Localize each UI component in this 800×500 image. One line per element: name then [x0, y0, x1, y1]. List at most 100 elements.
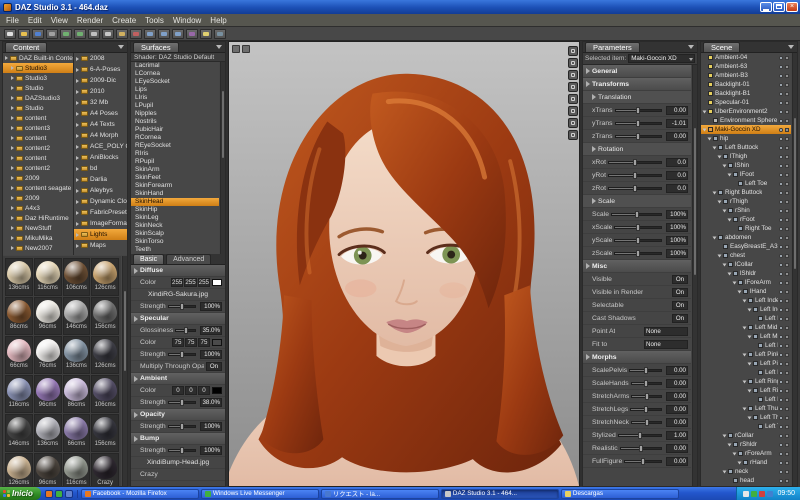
parameter-value[interactable]: 0.00 — [666, 456, 688, 466]
thumbnail-item[interactable]: 66cms — [62, 414, 91, 452]
expander-icon[interactable] — [11, 96, 14, 100]
menu-item[interactable]: Create — [112, 16, 136, 25]
property-value[interactable]: 35.0% — [200, 326, 222, 335]
subfolder-row[interactable]: A4 Poses — [74, 108, 127, 119]
visibility-eye-icon[interactable] — [779, 118, 783, 123]
subfolder-row[interactable]: Darlia — [74, 174, 127, 185]
parameter-row[interactable]: StretchArms 0.00 — [583, 390, 691, 403]
thumbnail-item[interactable]: 136cms — [5, 258, 33, 296]
folder-row[interactable]: content — [3, 153, 73, 163]
expander-icon[interactable] — [11, 126, 14, 130]
parameter-value[interactable]: 100% — [666, 222, 688, 232]
thumbnail-item[interactable]: 96cms — [33, 297, 62, 335]
expander-icon[interactable] — [592, 198, 596, 204]
surface-row[interactable]: Lips — [131, 86, 219, 94]
selectable-icon[interactable] — [785, 235, 789, 240]
visibility-eye-icon[interactable] — [779, 208, 783, 213]
visibility-eye-icon[interactable] — [779, 388, 783, 393]
subfolder-row[interactable]: 6-A-Poses — [74, 64, 127, 75]
slider[interactable] — [614, 249, 662, 257]
expander-icon[interactable] — [586, 354, 590, 360]
scene-tree-row[interactable]: Left Buttock — [701, 143, 791, 152]
expander-icon[interactable] — [742, 407, 747, 410]
scene-tree-row[interactable]: UberEnvironment2 — [701, 107, 791, 116]
folder-row[interactable]: content seagate — [3, 183, 73, 193]
expander-icon[interactable] — [76, 177, 79, 182]
folder-row[interactable]: Daz HiRuntime — [3, 213, 73, 223]
selectable-icon[interactable] — [785, 136, 789, 141]
visibility-eye-icon[interactable] — [779, 190, 783, 195]
subfolder-row[interactable]: A4 Texts — [74, 119, 127, 130]
menu-item[interactable]: Window — [173, 16, 201, 25]
expander-icon[interactable] — [76, 188, 79, 193]
menu-item[interactable]: Help — [210, 16, 226, 25]
scene-tree-row[interactable]: Right Buttock — [701, 188, 791, 197]
surface-row[interactable]: SkinScalp — [131, 230, 219, 238]
tab-surfaces[interactable]: Surfaces — [133, 42, 179, 52]
slider[interactable] — [167, 351, 196, 358]
paste-icon[interactable] — [116, 28, 128, 39]
expander-icon[interactable] — [586, 68, 590, 74]
slider[interactable] — [611, 210, 662, 218]
thumbnail-item[interactable]: 126cms — [5, 453, 33, 486]
property-row[interactable]: Strength 100% — [131, 301, 225, 313]
selectable-icon[interactable] — [785, 190, 789, 195]
maximize-button[interactable] — [773, 2, 785, 12]
selectable-icon[interactable] — [785, 64, 789, 69]
parameter-value[interactable]: 0.00 — [666, 378, 688, 388]
selectable-icon[interactable] — [785, 424, 789, 429]
menu-item[interactable]: File — [6, 16, 19, 25]
import-icon[interactable] — [46, 28, 58, 39]
selectable-icon[interactable] — [785, 406, 789, 411]
scene-tree-row[interactable]: Backlight-01 — [701, 80, 791, 89]
menu-item[interactable]: View — [51, 16, 68, 25]
slider[interactable] — [607, 158, 662, 166]
selectable-icon[interactable] — [785, 316, 789, 321]
parameter-value[interactable]: -1.01 — [666, 118, 688, 128]
selectable-icon[interactable] — [785, 163, 789, 168]
visibility-eye-icon[interactable] — [779, 73, 783, 78]
visibility-eye-icon[interactable] — [779, 478, 783, 483]
scene-tree-row[interactable]: rShin — [701, 206, 791, 215]
property-row[interactable]: XindiRG-Sakura.jpg — [131, 289, 225, 301]
folder-row[interactable]: Studio — [3, 103, 73, 113]
expander-icon[interactable] — [727, 173, 732, 176]
expander-icon[interactable] — [11, 166, 14, 170]
selectable-icon[interactable] — [785, 325, 789, 330]
scene-tree-row[interactable]: lShin — [701, 161, 791, 170]
thumbnail-item[interactable]: 96cms — [33, 375, 62, 413]
subfolder-row[interactable]: 2010 — [74, 86, 127, 97]
slider[interactable] — [175, 327, 196, 334]
dolly-icon[interactable] — [568, 94, 578, 104]
selectable-icon[interactable] — [785, 415, 789, 420]
expander-icon[interactable] — [717, 254, 722, 257]
visibility-eye-icon[interactable] — [779, 217, 783, 222]
parameter-value[interactable]: 0.0 — [666, 183, 688, 193]
expander-icon[interactable] — [737, 461, 742, 464]
expander-icon[interactable] — [76, 243, 79, 248]
scene-tree-row[interactable]: Left Toe — [701, 179, 791, 188]
visibility-eye-icon[interactable] — [779, 424, 783, 429]
selectable-icon[interactable] — [785, 298, 789, 303]
expander-icon[interactable] — [11, 136, 14, 140]
selectable-icon[interactable] — [785, 271, 789, 276]
thumbnail-item[interactable]: 86cms — [62, 375, 91, 413]
expander-icon[interactable] — [717, 155, 722, 158]
expander-icon[interactable] — [702, 128, 707, 131]
scene-tree-row[interactable]: rForeArm — [701, 449, 791, 458]
visibility-eye-icon[interactable] — [779, 379, 783, 384]
surface-row[interactable]: SkinFeet — [131, 174, 219, 182]
parameters-scrollbar[interactable] — [692, 65, 697, 486]
visibility-eye-icon[interactable] — [779, 226, 783, 231]
thumbnail-item[interactable]: 116cms — [33, 258, 62, 296]
folder-row[interactable]: content2 — [3, 143, 73, 153]
scene-tree-row[interactable]: lForeArm — [701, 278, 791, 287]
scene-tree-row[interactable]: rThigh — [701, 197, 791, 206]
parameter-value[interactable]: 100% — [666, 248, 688, 258]
thumbnail-item[interactable]: 86cms — [5, 297, 33, 335]
selectable-icon[interactable] — [785, 334, 789, 339]
surface-row[interactable]: RPupil — [131, 158, 219, 166]
parameter-row[interactable]: Visible On — [583, 273, 691, 286]
aim-icon[interactable] — [568, 130, 578, 140]
selectable-icon[interactable] — [785, 478, 789, 483]
